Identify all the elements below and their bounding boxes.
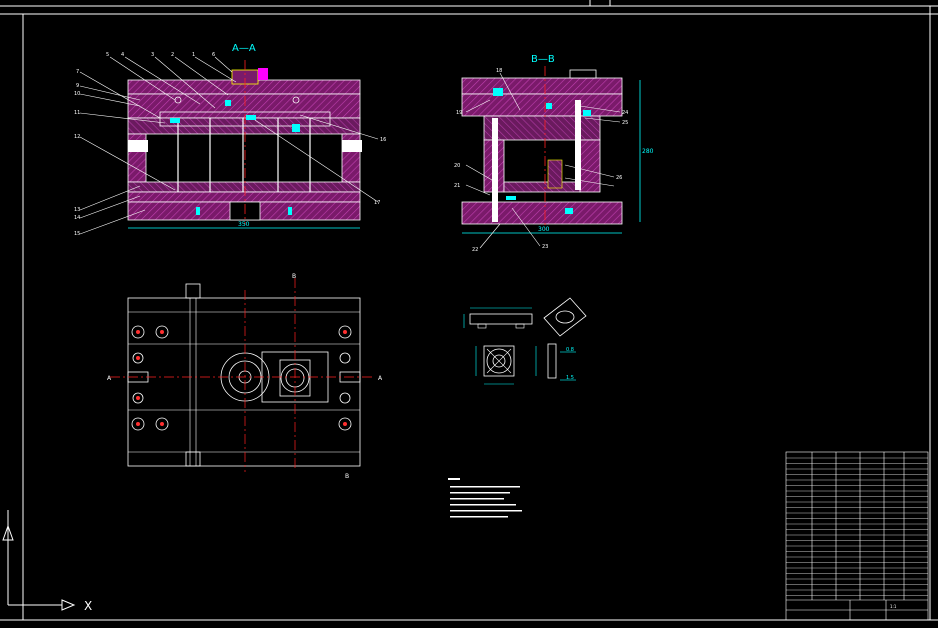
section-bb-height-dim: 280: [642, 148, 654, 155]
technical-notes: [448, 478, 522, 518]
label-bb-19: 19: [456, 110, 462, 116]
section-aa-title: A—A: [232, 43, 256, 54]
label-bb-22: 22: [472, 247, 478, 253]
label-aa-15: 15: [74, 231, 80, 237]
label-bb-25: 25: [622, 120, 628, 126]
label-aa-7: 7: [76, 69, 79, 75]
section-bb-width-dim: 300: [538, 226, 550, 233]
label-bb-21: 21: [454, 183, 460, 189]
cad-drawing-canvas[interactable]: A—A 350 7 5 4 3 2 1 6 9 10 11 12 13 14 1…: [0, 0, 938, 628]
section-bb-view: B—B 300 280 18 19 20 21 22 23 24 25 26: [454, 54, 654, 253]
label-bb-26: 26: [616, 175, 622, 181]
part-detail-view: 0.8 1.5: [463, 297, 587, 385]
plan-view: A A B B: [107, 273, 383, 480]
label-aa-3: 3: [151, 52, 154, 58]
label-aa-17: 17: [374, 200, 380, 206]
label-bb-24: 24: [622, 110, 628, 116]
label-aa-1: 1: [192, 52, 195, 58]
label-aa-13: 13: [74, 207, 80, 213]
label-aa-10: 10: [74, 91, 80, 97]
label-aa-4: 4: [121, 52, 124, 58]
label-aa-5: 5: [106, 52, 109, 58]
title-block: [785, 451, 929, 621]
label-aa-14: 14: [74, 215, 80, 221]
label-aa-6: 6: [212, 52, 215, 58]
label-bb-18: 18: [496, 68, 502, 74]
label-aa-9: 9: [76, 83, 79, 89]
part-dim-2: 1.5: [566, 375, 574, 381]
bom-rows: [786, 457, 928, 596]
plan-cut-left: A: [107, 375, 112, 382]
title-block-scale: 1:1: [890, 604, 897, 609]
plan-cut-right: A: [378, 375, 383, 382]
ucs-x-label: X: [84, 599, 92, 613]
ucs-icon: [2, 510, 76, 611]
label-aa-16: 16: [380, 137, 386, 143]
section-aa-width-dim: 350: [238, 221, 250, 228]
section-aa-view: A—A 350 7 5 4 3 2 1 6 9 10 11 12 13 14 1…: [74, 43, 386, 237]
part-dim-1: 0.8: [566, 347, 574, 353]
label-aa-11: 11: [74, 110, 80, 116]
section-bb-title: B—B: [531, 54, 555, 65]
label-aa-2: 2: [171, 52, 174, 58]
label-aa-12: 12: [74, 134, 80, 140]
plan-cut-bottom: B: [345, 473, 349, 480]
label-bb-23: 23: [542, 244, 548, 250]
plan-cut-top: B: [292, 273, 296, 280]
label-bb-20: 20: [454, 163, 460, 169]
